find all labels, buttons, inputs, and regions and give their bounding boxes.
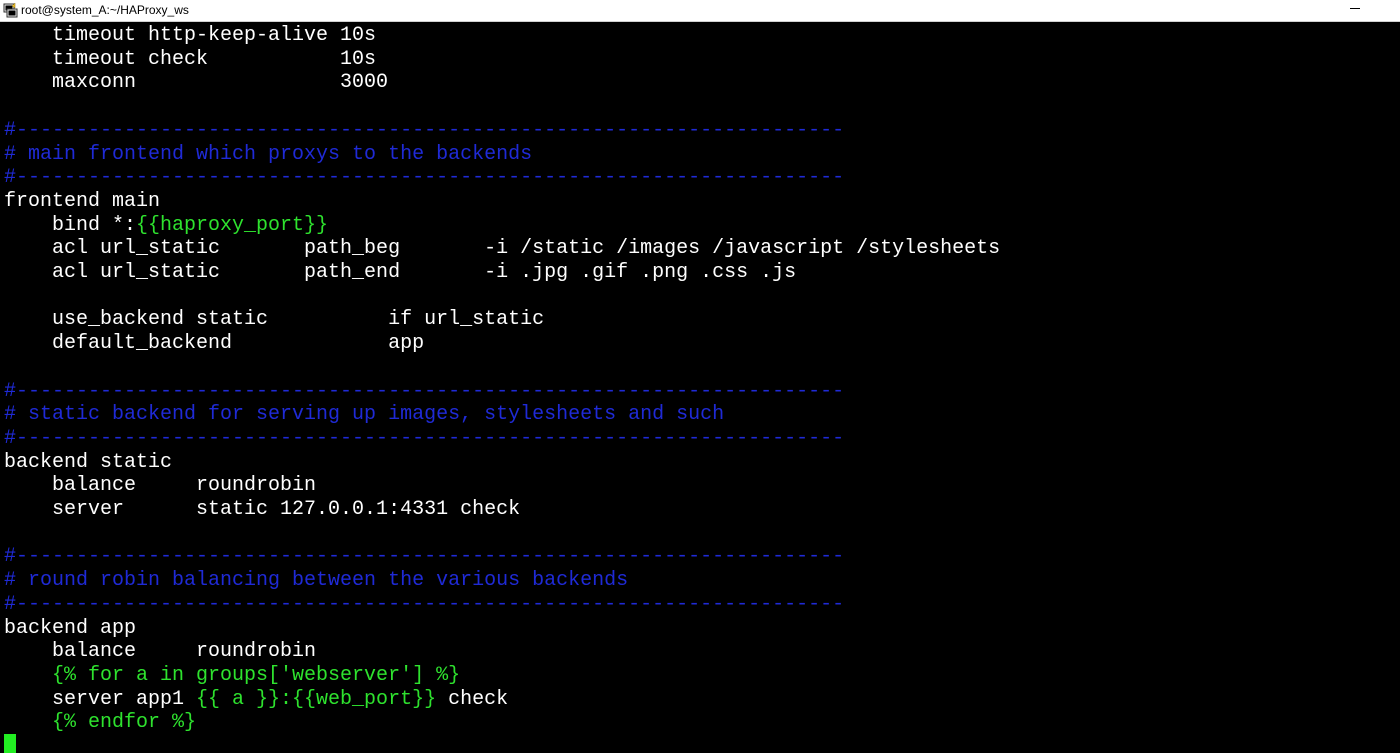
terminal-text: acl url_static path_end -i .jpg .gif .pn… [4,261,797,284]
terminal-text: #---------------------------------------… [4,426,845,450]
terminal-line: #---------------------------------------… [4,380,844,404]
terminal-text: # main frontend which proxys to the back… [4,142,533,166]
terminal-line: #---------------------------------------… [4,427,844,451]
terminal-line: #---------------------------------------… [4,545,844,569]
terminal-line: #---------------------------------------… [4,119,844,143]
terminal-text: {% for a in groups['webserver'] %} [4,663,461,687]
terminal-line: bind *:{{haproxy_port}} [4,214,328,238]
terminal-line: {% for a in groups['webserver'] %} [4,664,460,688]
terminal-line: acl url_static path_end -i .jpg .gif .pn… [4,261,796,285]
terminal-screen[interactable]: timeout http-keep-alive 10s timeout chec… [0,22,1400,753]
terminal-text: server static 127.0.0.1:4331 check [4,498,521,521]
terminal-text: bind *: [4,213,137,237]
terminal-text: balance roundrobin [4,474,317,498]
terminal-line: acl url_static path_beg -i /static /imag… [4,237,1000,261]
terminal-window: root@system_A:~/HAProxy_ws timeout http-… [0,0,1400,753]
terminal-text: timeout check 10s [4,47,377,71]
terminal-text: #---------------------------------------… [4,166,845,190]
terminal-line: # main frontend which proxys to the back… [4,143,532,167]
terminal-line: use_backend static if url_static [4,308,544,332]
terminal-line: maxconn 3000 [4,71,388,95]
terminal-line: timeout http-keep-alive 10s [4,24,376,48]
terminal-line: #---------------------------------------… [4,593,844,617]
terminal-text: #---------------------------------------… [4,379,845,403]
terminal-cursor [4,734,16,753]
terminal-text: #---------------------------------------… [4,118,845,142]
terminal-text: # round robin balancing between the vari… [4,569,629,593]
terminal-text: #---------------------------------------… [4,592,845,616]
terminal-line: timeout check 10s [4,48,376,72]
terminal-text: backend static [4,450,173,474]
terminal-text: use_backend static if url_static [4,308,545,332]
terminal-line: balance roundrobin [4,474,316,498]
terminal-text: server app1 [4,687,197,711]
title-bar[interactable]: root@system_A:~/HAProxy_ws [0,0,1400,22]
terminal-text: {{haproxy_port}} [136,213,329,237]
terminal-line: # round robin balancing between the vari… [4,569,628,593]
window-title: root@system_A:~/HAProxy_ws [21,3,189,17]
terminal-line: server app1 {{ a }}:{{web_port}} check [4,688,508,712]
terminal-text: #---------------------------------------… [4,545,845,569]
putty-icon[interactable] [3,3,18,18]
terminal-line: # static backend for serving up images, … [4,403,724,427]
terminal-text: default_backend app [4,332,425,356]
terminal-text: {{ a }}:{{web_port}} [196,687,437,711]
terminal-line: backend static [4,451,172,475]
terminal-text: backend app [4,616,137,640]
terminal-text: timeout http-keep-alive 10s [4,24,377,47]
terminal-line: balance roundrobin [4,640,316,664]
terminal-text: acl url_static path_beg -i /static /imag… [4,237,1001,261]
terminal-line: backend app [4,617,136,641]
terminal-line: frontend main [4,190,160,214]
minimize-icon [1350,8,1360,9]
terminal-text: {% endfor %} [4,711,197,735]
terminal-line: default_backend app [4,332,424,356]
terminal-line: {% endfor %} [4,711,196,735]
terminal-text: check [436,687,509,711]
terminal-text: balance roundrobin [4,640,317,664]
terminal-text: maxconn 3000 [4,71,389,95]
terminal-text: # static backend for serving up images, … [4,403,725,427]
terminal-line: server static 127.0.0.1:4331 check [4,498,520,522]
minimize-button[interactable] [1340,0,1386,21]
terminal-text: frontend main [4,189,161,213]
terminal-line: #---------------------------------------… [4,166,844,190]
